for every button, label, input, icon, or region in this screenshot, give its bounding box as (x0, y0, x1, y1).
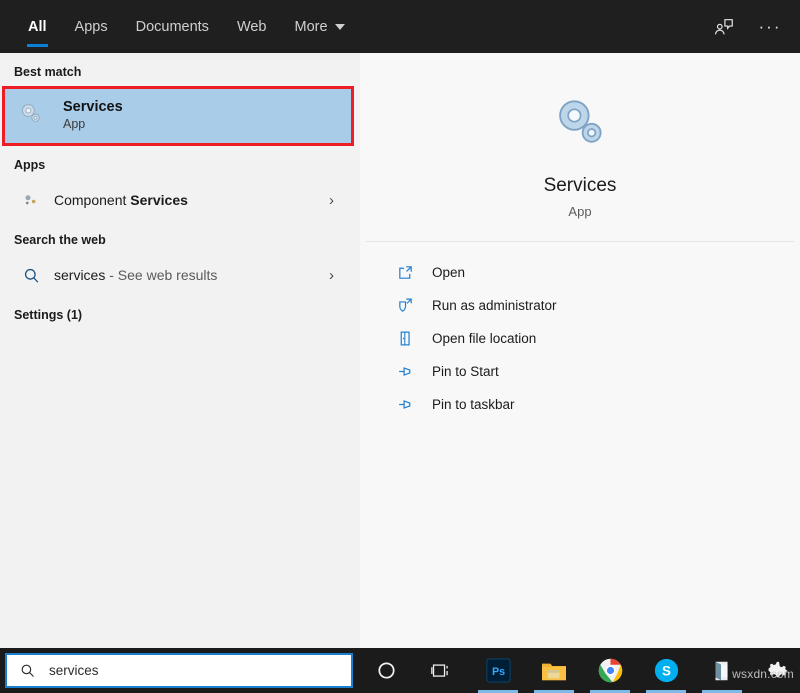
skype-button[interactable]: S (638, 648, 694, 693)
tab-documents-label: Documents (136, 19, 209, 35)
result-item-component-services[interactable]: Component Services › (0, 179, 360, 221)
feedback-button[interactable] (704, 7, 744, 47)
web-result-suffix: - See web results (105, 267, 217, 283)
skype-icon: S (654, 658, 679, 683)
results-list: Best match Service (0, 53, 360, 648)
tab-all[interactable]: All (14, 0, 61, 53)
search-icon (14, 266, 48, 285)
preview-subtitle: App (366, 204, 794, 219)
tab-apps-label: Apps (75, 19, 108, 35)
settings-header: Settings (1) (0, 296, 360, 329)
search-body: Best match Service (0, 53, 800, 648)
svg-text:S: S (662, 663, 671, 678)
folder-door-icon (392, 330, 418, 347)
feedback-person-icon (713, 16, 735, 38)
taskbar: services Ps (0, 648, 800, 693)
tab-more[interactable]: More (281, 0, 359, 53)
ellipsis-icon: ··· (759, 18, 782, 35)
preview-pane: Services App Open (360, 53, 800, 648)
result-label-prefix: Component (54, 192, 130, 208)
action-run-as-administrator[interactable]: Run as administrator (366, 289, 794, 322)
preview-header: Services App (366, 53, 794, 242)
tab-apps[interactable]: Apps (61, 0, 122, 53)
search-icon (19, 662, 36, 679)
search-header: All Apps Documents Web More (0, 0, 800, 53)
task-view-button[interactable] (414, 648, 470, 693)
file-explorer-icon (540, 659, 568, 683)
header-actions: ··· (704, 0, 790, 53)
notebook-icon (710, 659, 734, 683)
best-match-section: Services App (2, 86, 354, 146)
action-label: Pin to Start (432, 364, 499, 379)
open-external-icon (392, 264, 418, 281)
preview-title: Services (366, 175, 794, 197)
chrome-button[interactable] (582, 648, 638, 693)
result-label-match: Services (130, 192, 188, 208)
pin-icon (392, 396, 418, 413)
result-item-web-search[interactable]: services - See web results › (0, 254, 360, 296)
cortana-circle-icon (376, 660, 397, 681)
gears-icon (366, 87, 794, 159)
action-label: Run as administrator (432, 298, 557, 313)
tab-web[interactable]: Web (223, 0, 281, 53)
action-pin-to-start[interactable]: Pin to Start (366, 355, 794, 388)
action-label: Open (432, 265, 465, 280)
best-match-header: Best match (0, 53, 360, 86)
search-input-value: services (49, 663, 99, 678)
pin-icon (392, 363, 418, 380)
chevron-right-icon[interactable]: › (329, 192, 334, 209)
tab-web-label: Web (237, 19, 267, 35)
search-web-header: Search the web (0, 221, 360, 254)
tab-all-label: All (28, 19, 47, 35)
best-match-texts: Services App (63, 98, 123, 134)
best-match-title: Services (63, 98, 123, 116)
gears-icon (17, 100, 55, 132)
action-open[interactable]: Open (366, 256, 794, 289)
search-input[interactable]: services (5, 653, 353, 688)
photoshop-button[interactable]: Ps (470, 648, 526, 693)
action-open-file-location[interactable]: Open file location (366, 322, 794, 355)
action-label: Open file location (432, 331, 536, 346)
tab-documents[interactable]: Documents (122, 0, 223, 53)
svg-text:Ps: Ps (491, 666, 504, 678)
component-services-icon (14, 191, 48, 209)
more-options-button[interactable]: ··· (750, 7, 790, 47)
action-pin-to-taskbar[interactable]: Pin to taskbar (366, 388, 794, 421)
chevron-down-icon (335, 24, 345, 30)
task-view-icon (431, 661, 453, 681)
web-result-query: services (54, 267, 105, 283)
web-result-label: services - See web results (54, 267, 217, 283)
filter-tabs: All Apps Documents Web More (0, 0, 359, 53)
tab-more-label: More (295, 19, 328, 35)
result-label: Component Services (54, 192, 188, 208)
watermark: wsxdn.com (732, 667, 794, 681)
preview-actions: Open Run as administrator (366, 242, 794, 421)
photoshop-icon: Ps (486, 658, 511, 683)
cortana-button[interactable] (358, 648, 414, 693)
apps-header: Apps (0, 146, 360, 179)
result-item-services[interactable]: Services App (2, 86, 354, 146)
windows-search-overlay: All Apps Documents Web More (0, 0, 800, 693)
shield-icon (392, 297, 418, 314)
chevron-right-icon[interactable]: › (329, 267, 334, 284)
file-explorer-button[interactable] (526, 648, 582, 693)
best-match-subtitle: App (63, 116, 123, 134)
chrome-icon (598, 658, 623, 683)
action-label: Pin to taskbar (432, 397, 515, 412)
